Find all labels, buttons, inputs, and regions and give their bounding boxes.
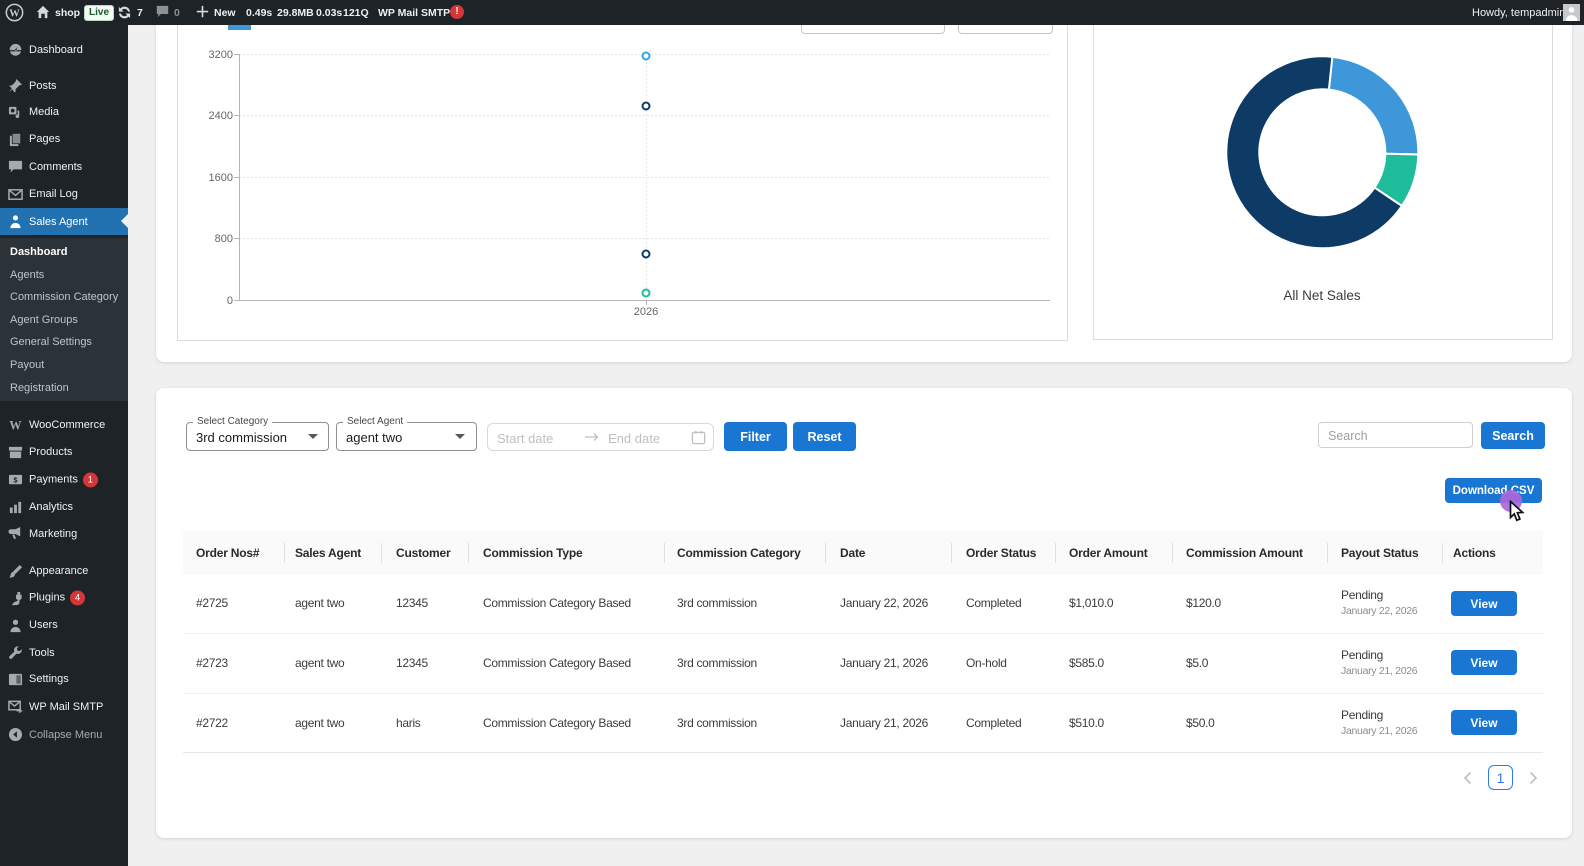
svg-text:1600: 1600 bbox=[209, 172, 233, 184]
svg-text:W: W bbox=[9, 8, 20, 19]
svg-text:All Net Sales: All Net Sales bbox=[1283, 288, 1361, 303]
svg-text:2400: 2400 bbox=[209, 110, 233, 122]
svg-text:W: W bbox=[9, 418, 21, 432]
svg-text:3200: 3200 bbox=[209, 49, 233, 61]
svg-text:0: 0 bbox=[227, 295, 233, 307]
svg-text:2026: 2026 bbox=[634, 306, 658, 318]
svg-text:800: 800 bbox=[215, 233, 233, 245]
